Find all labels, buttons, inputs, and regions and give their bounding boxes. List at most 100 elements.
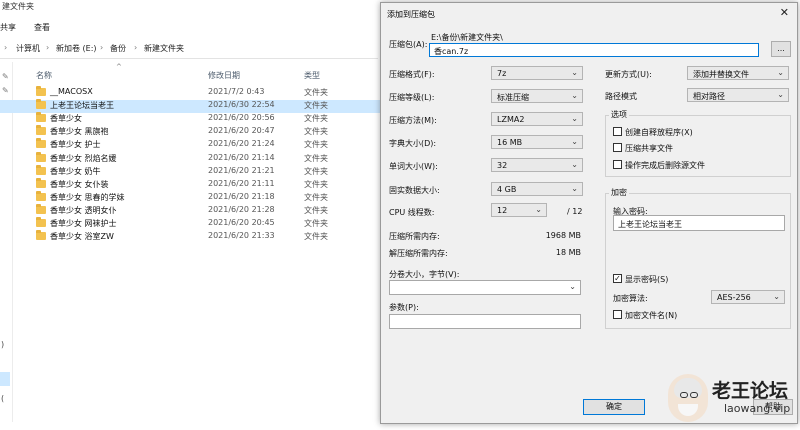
row-name: 香草少女 透明女仆 [50, 205, 117, 215]
mascot-icon [668, 374, 708, 422]
delete-checkbox[interactable] [613, 160, 622, 169]
dict-value: 16 MB [497, 138, 523, 147]
nav-fragment: ( [1, 394, 5, 403]
word-label: 单词大小(W): [389, 162, 438, 171]
breadcrumb-backup[interactable]: 备份 [110, 43, 126, 54]
shared-label: 压缩共享文件 [625, 144, 673, 153]
table-row[interactable]: 香草少女 2021/6/20 20:56 文件夹 [0, 112, 380, 126]
chevron-right-icon: › [134, 43, 138, 52]
cpu-label: CPU 线程数: [389, 208, 435, 217]
watermark: 老王论坛 laowang.vip [668, 372, 798, 428]
folder-icon [36, 217, 46, 227]
sfx-checkbox[interactable] [613, 127, 622, 136]
folder-icon [36, 99, 46, 110]
table-row[interactable]: 上老王论坛当老王 2021/6/30 22:54 文件夹 [0, 99, 380, 114]
method-label: 压缩方法(M): [389, 116, 437, 125]
browse-button[interactable]: ... [771, 41, 791, 57]
dict-select[interactable]: 16 MB ⌄ [491, 135, 583, 149]
table-row[interactable]: 香草少女 网袜护士 2021/6/20 20:45 文件夹 [0, 217, 380, 231]
table-row[interactable]: __MACOSX 2021/7/2 0:43 文件夹 [0, 86, 380, 100]
method-value: LZMA2 [497, 115, 525, 124]
watermark-logo: 老王论坛 [712, 380, 789, 402]
table-row[interactable]: 香草少女 护士 2021/6/20 21:24 文件夹 [0, 138, 380, 152]
pathmode-select[interactable]: 相对路径 ⌄ [687, 88, 789, 102]
row-date: 2021/6/20 20:47 [208, 126, 275, 136]
row-type: 文件夹 [304, 205, 328, 215]
format-select[interactable]: 7z ⌄ [491, 66, 583, 80]
cpu-select[interactable]: 12 ⌄ [491, 203, 547, 217]
row-date: 2021/6/20 21:18 [208, 191, 275, 201]
encrypt-names-checkbox[interactable] [613, 310, 622, 319]
row-date: 2021/6/20 20:45 [208, 218, 275, 227]
show-password-checkbox[interactable]: ✓ [613, 274, 622, 283]
show-password-label: 显示密码(S) [625, 275, 669, 284]
pin-icon: ✎ [2, 72, 9, 81]
folder-icon [36, 190, 46, 201]
mem-decompress-label: 解压缩所需内存: [389, 249, 448, 258]
update-label: 更新方式(U): [605, 70, 652, 79]
row-type: 文件夹 [304, 166, 328, 176]
folder-icon [36, 125, 46, 136]
breadcrumb-drive[interactable]: 新加卷 (E:) [56, 43, 97, 54]
address-bar[interactable]: › 计算机 › 新加卷 (E:) › 备份 › 新建文件夹 [0, 38, 378, 59]
table-row[interactable]: 香草少女 浴室ZW 2021/6/20 21:33 文件夹 [0, 230, 380, 244]
ok-button[interactable]: 确定 [583, 399, 645, 415]
params-input[interactable] [389, 314, 581, 329]
row-type: 文件夹 [304, 219, 328, 228]
table-row[interactable]: 香草少女 透明女仆 2021/6/20 21:28 文件夹 [0, 203, 380, 218]
level-value: 标准压缩 [497, 93, 529, 102]
add-to-archive-dialog: 添加到压缩包 ✕ 压缩包(A): E:\备份\新建文件夹\ 香can.7z ..… [380, 2, 798, 424]
solid-select[interactable]: 4 GB ⌄ [491, 182, 583, 196]
row-date: 2021/6/20 21:24 [208, 139, 275, 149]
format-label: 压缩格式(F): [389, 70, 435, 79]
row-date: 2021/6/20 20:56 [208, 113, 275, 123]
row-name: 香草少女 思春的学妹 [50, 192, 125, 202]
row-type: 文件夹 [304, 101, 328, 111]
row-name: 上老王论坛当老王 [50, 101, 114, 111]
options-title: 选项 [609, 109, 629, 120]
word-select[interactable]: 32 ⌄ [491, 158, 583, 172]
table-row[interactable]: 香草少女 思春的学妹 2021/6/20 21:18 文件夹 [0, 190, 380, 205]
shared-checkbox[interactable] [613, 143, 622, 152]
ribbon-tab-view[interactable]: 查看 [34, 22, 50, 33]
column-header-date[interactable]: 修改日期 [208, 70, 240, 81]
params-label: 参数(P): [389, 303, 419, 312]
row-type: 文件夹 [304, 192, 328, 202]
breadcrumb-new-folder[interactable]: 新建文件夹 [144, 43, 184, 54]
split-size-input[interactable]: ⌄ [389, 280, 581, 295]
password-input[interactable]: 上老王论坛当老王 [613, 215, 785, 231]
close-icon[interactable]: ✕ [780, 6, 789, 19]
row-name: 香草少女 [50, 114, 82, 124]
folder-icon [36, 86, 46, 96]
table-row[interactable]: 香草少女 奶牛 2021/6/20 21:21 文件夹 [0, 164, 380, 179]
breadcrumb-computer[interactable]: 计算机 [16, 43, 40, 54]
dict-label: 字典大小(D): [389, 139, 437, 148]
password-value: 上老王论坛当老王 [618, 220, 682, 229]
table-row[interactable]: 香草少女 烈焰名媛 2021/6/20 21:14 文件夹 [0, 151, 380, 166]
chevron-right-icon: › [4, 43, 8, 52]
ribbon-tab-share[interactable]: 共享 [0, 22, 16, 33]
cpu-value: 12 [497, 206, 508, 215]
mem-compress-label: 压缩所需内存: [389, 232, 440, 241]
column-header-type[interactable]: 类型 [304, 70, 320, 81]
update-select[interactable]: 添加并替换文件 ⌄ [687, 66, 789, 80]
row-date: 2021/6/20 21:28 [208, 204, 275, 214]
pathmode-value: 相对路径 [693, 92, 725, 101]
solid-value: 4 GB [497, 185, 517, 194]
table-row[interactable]: 香草少女 黑旗袍 2021/6/20 20:47 文件夹 [0, 125, 380, 139]
chevron-down-icon: ⌄ [777, 68, 784, 77]
archive-name-input[interactable]: 香can.7z [429, 43, 759, 57]
method-select[interactable]: LZMA2 ⌄ [491, 112, 583, 126]
row-type: 文件夹 [304, 127, 328, 137]
dialog-title: 添加到压缩包 [387, 10, 435, 19]
folder-icon [36, 230, 46, 241]
table-row[interactable]: 香草少女 女仆装 2021/6/20 21:11 文件夹 [0, 177, 380, 192]
enc-method-select[interactable]: AES-256 ⌄ [711, 290, 785, 304]
delete-label: 操作完成后删除源文件 [625, 161, 705, 170]
nav-fragment: ) [1, 340, 5, 349]
chevron-down-icon: ⌄ [571, 137, 578, 146]
folder-icon [36, 138, 46, 149]
level-select[interactable]: 标准压缩 ⌄ [491, 89, 583, 103]
column-header-name[interactable]: 名称 [36, 70, 52, 81]
chevron-down-icon: ⌄ [571, 184, 578, 193]
